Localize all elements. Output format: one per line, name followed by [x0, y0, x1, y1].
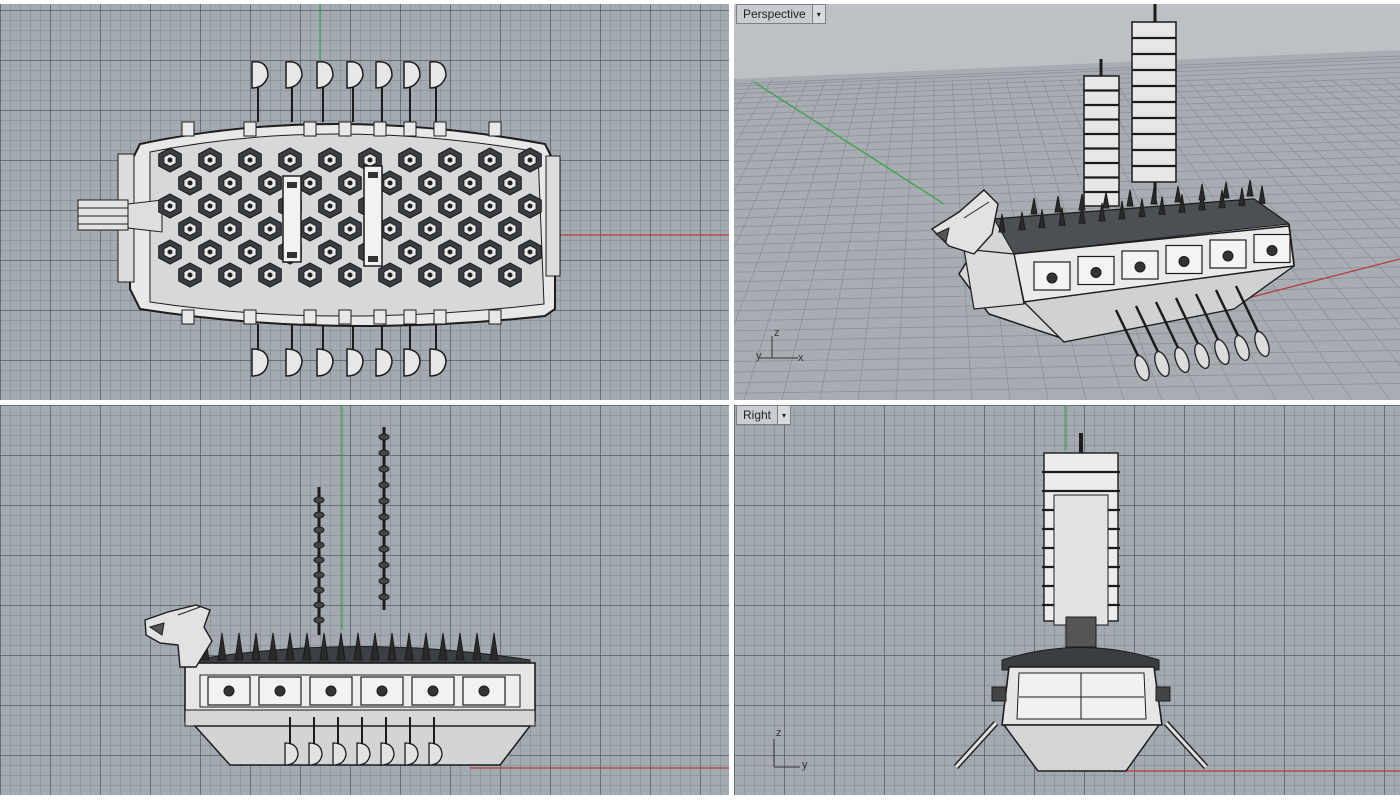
axis-gizmo: z y x — [752, 326, 832, 369]
oar — [375, 324, 393, 377]
oar — [251, 61, 269, 122]
ship-hull-top — [77, 121, 561, 327]
axis-z-label: z — [776, 727, 782, 739]
sail-rear — [1083, 59, 1120, 207]
oar — [429, 61, 447, 122]
oar — [346, 324, 364, 377]
front-view-scene — [144, 405, 729, 769]
hull-peg — [403, 309, 417, 325]
chevron-down-icon[interactable]: ▾ — [777, 406, 791, 424]
axis-y-label: y — [802, 759, 808, 771]
hull-peg — [303, 121, 317, 137]
mast-rear-front — [313, 487, 325, 635]
viewport-label-tab-perspective[interactable]: Perspective ▾ — [736, 4, 826, 24]
axis-gizmo-lines — [773, 739, 800, 768]
oars-bottom-side — [251, 324, 447, 377]
oars-top-side — [251, 61, 447, 122]
sail-front — [1131, 4, 1177, 204]
perspective-scene — [734, 4, 1400, 400]
viewport-right[interactable]: Right ▾ z y — [734, 405, 1400, 795]
hull-peg — [303, 309, 317, 325]
oar-left-right — [953, 720, 999, 770]
chevron-down-icon[interactable]: ▾ — [811, 5, 825, 23]
hull-peg — [373, 121, 387, 137]
oar — [285, 324, 303, 377]
hull-peg — [433, 309, 447, 325]
hull-peg — [338, 121, 352, 137]
oar — [285, 61, 303, 122]
oar — [429, 324, 447, 377]
axis-gizmo-lines — [760, 336, 798, 359]
hull-peg — [488, 309, 502, 325]
oar — [403, 324, 421, 377]
right-view-scene — [953, 405, 1400, 772]
viewport-label-tab-right[interactable]: Right ▾ — [736, 405, 792, 425]
mast-front-front — [378, 427, 390, 610]
hull-peg — [433, 121, 447, 137]
viewport-title: Perspective — [743, 7, 806, 21]
dragon-head-top — [77, 199, 163, 233]
hull-peg — [181, 121, 195, 137]
axis-x-label: x — [798, 352, 804, 364]
top-view-scene — [77, 4, 729, 377]
dragon-head-front — [144, 604, 213, 668]
viewport-front[interactable] — [0, 405, 729, 795]
axis-y-label: y — [756, 350, 762, 362]
oar — [375, 61, 393, 122]
hull-peg — [373, 309, 387, 325]
hull-peg — [488, 121, 502, 137]
oar — [316, 324, 334, 377]
axis-z-label: z — [774, 327, 780, 339]
rhino-four-view-layout: Perspective ▾ z y x Right ▾ z y — [0, 0, 1400, 800]
viewport-title: Right — [743, 408, 772, 422]
viewport-perspective[interactable]: Perspective ▾ z y x — [734, 4, 1400, 400]
oar — [251, 324, 269, 377]
oar — [316, 61, 334, 122]
ship-right — [953, 433, 1209, 772]
hull-peg — [403, 121, 417, 137]
oar — [346, 61, 364, 122]
hull-peg — [181, 309, 195, 325]
hull-peg — [338, 309, 352, 325]
oar — [403, 61, 421, 122]
axis-gizmo: z y — [764, 727, 824, 780]
oar-right-right — [1163, 720, 1209, 770]
hull-peg — [243, 121, 257, 137]
ship-front — [144, 427, 536, 766]
hull-peg — [243, 309, 257, 325]
viewport-top[interactable] — [0, 4, 729, 400]
